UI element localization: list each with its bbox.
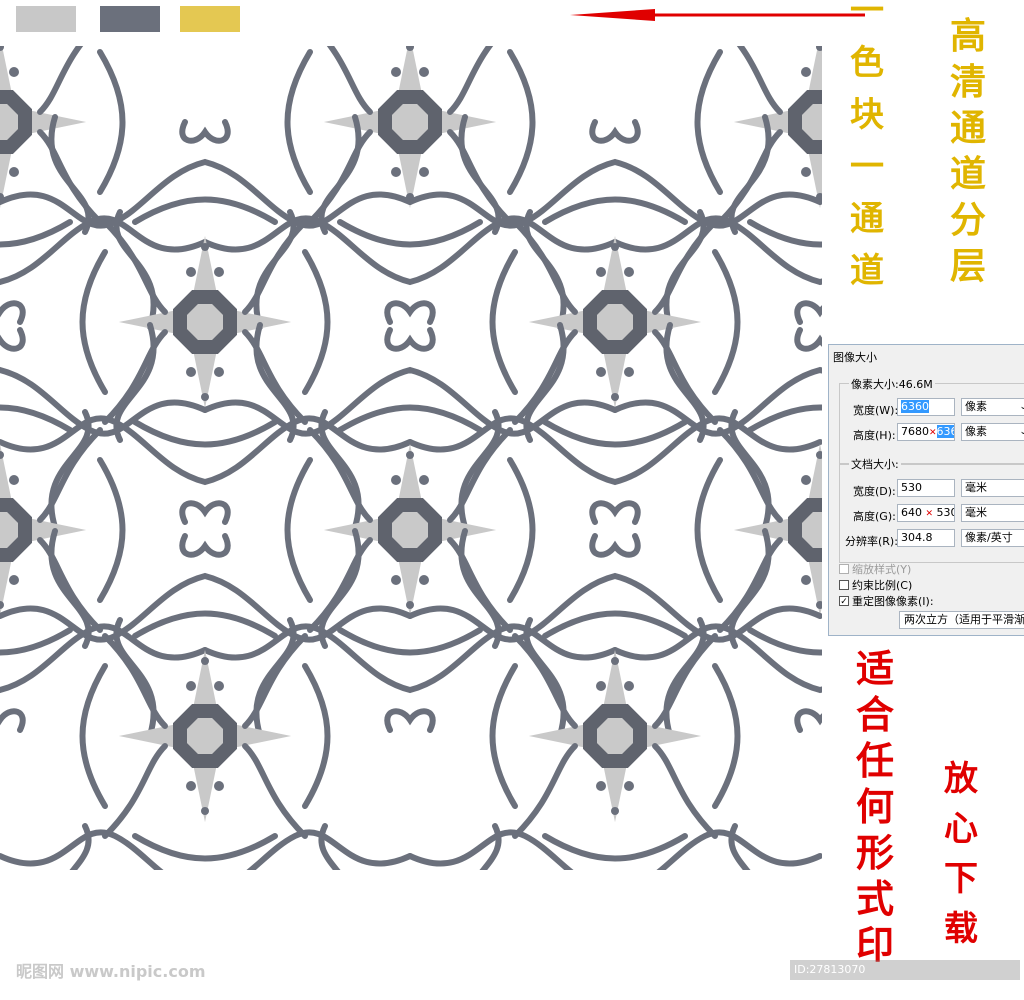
height-input[interactable]: 7680✕6360 xyxy=(897,423,955,441)
promo-char: 高 xyxy=(950,15,987,57)
scale-styles-checkbox[interactable]: 缩放样式(Y) xyxy=(839,561,911,577)
promo-char: 色 xyxy=(850,43,884,83)
promo-char: 形 xyxy=(856,830,895,875)
constrain-proportions-checkbox[interactable]: 约束比例(C) xyxy=(839,577,912,593)
chevron-down-icon: ⌄ xyxy=(1019,424,1024,440)
promo-char: 道 xyxy=(950,153,987,195)
doc-height-label: 高度(G): xyxy=(853,510,896,523)
red-arrow-icon xyxy=(570,9,865,21)
width-label: 宽度(W): xyxy=(853,404,899,417)
pixel-size-label: 像素大小:46.6M xyxy=(849,376,935,392)
promo-red-left: 适 合 任 何 形 式 印 xyxy=(856,650,894,972)
resample-method-select[interactable]: 两次立方（适用于平滑渐变 xyxy=(899,611,1024,629)
resolution-unit-select[interactable]: 像素/英寸 xyxy=(961,529,1024,547)
width-input[interactable]: 6360 xyxy=(897,398,955,416)
promo-char: 何 xyxy=(856,784,895,829)
resolution-label: 分辨率(R): xyxy=(845,535,898,548)
promo-vertical-right: 高 清 通 道 分 层 xyxy=(950,18,986,294)
red-x-mark-icon: ✕ xyxy=(925,509,934,519)
promo-char: 分 xyxy=(950,199,987,241)
ornamental-pattern xyxy=(0,46,822,870)
promo-char: 心 xyxy=(944,809,978,849)
doc-height-input[interactable]: 640 ✕ 530 xyxy=(897,504,955,522)
promo-char: 载 xyxy=(944,909,978,949)
width-unit-select[interactable]: 像素⌄ xyxy=(961,398,1024,416)
doc-height-unit-select[interactable]: 毫米 xyxy=(961,504,1024,522)
resolution-input[interactable]: 304.8 xyxy=(897,529,955,547)
watermark-left: 昵图网 www.nipic.com xyxy=(16,962,206,981)
promo-char: 层 xyxy=(950,245,987,287)
dialog-title: 图像大小 xyxy=(833,351,877,364)
promo-char: 下 xyxy=(944,859,978,899)
promo-char: 任 xyxy=(856,738,895,783)
promo-char: 通 xyxy=(850,199,884,239)
promo-char: 一 xyxy=(850,0,884,31)
height-unit-select[interactable]: 像素⌄ xyxy=(961,423,1024,441)
red-x-mark-icon: ✕ xyxy=(929,428,937,438)
doc-width-unit-select[interactable]: 毫米 xyxy=(961,479,1024,497)
resample-checkbox[interactable]: ✓ 重定图像像素(I): xyxy=(839,593,934,609)
promo-char: 合 xyxy=(856,692,895,737)
promo-vertical-left: 一 色 块 一 通 道 xyxy=(850,0,884,306)
watermark-right: ID:27813070 NO:20200901164613896036 xyxy=(790,960,1020,996)
promo-red-right: 放 心 下 载 xyxy=(944,762,978,962)
image-size-dialog: 图像大小 像素大小:46.6M 宽度(W): 6360 像素⌄ 高度(H): 7… xyxy=(828,344,1024,636)
doc-width-input[interactable]: 530 xyxy=(897,479,955,497)
promo-char: 通 xyxy=(950,107,987,149)
promo-char: 放 xyxy=(944,759,978,799)
promo-char: 适 xyxy=(856,646,895,691)
promo-char: 道 xyxy=(850,251,884,291)
swatch-gold xyxy=(180,6,240,32)
checkmark-icon: ✓ xyxy=(839,596,849,607)
swatch-slate-gray xyxy=(100,6,160,32)
doc-width-label: 宽度(D): xyxy=(853,485,896,498)
height-label: 高度(H): xyxy=(853,429,896,442)
chevron-down-icon: ⌄ xyxy=(1019,399,1024,415)
promo-char: 清 xyxy=(950,61,987,103)
promo-char: 块 xyxy=(850,95,884,135)
promo-char: 一 xyxy=(850,147,884,187)
doc-size-label: 文档大小: xyxy=(849,456,901,472)
swatch-light-gray xyxy=(16,6,76,32)
promo-char: 式 xyxy=(856,876,895,921)
